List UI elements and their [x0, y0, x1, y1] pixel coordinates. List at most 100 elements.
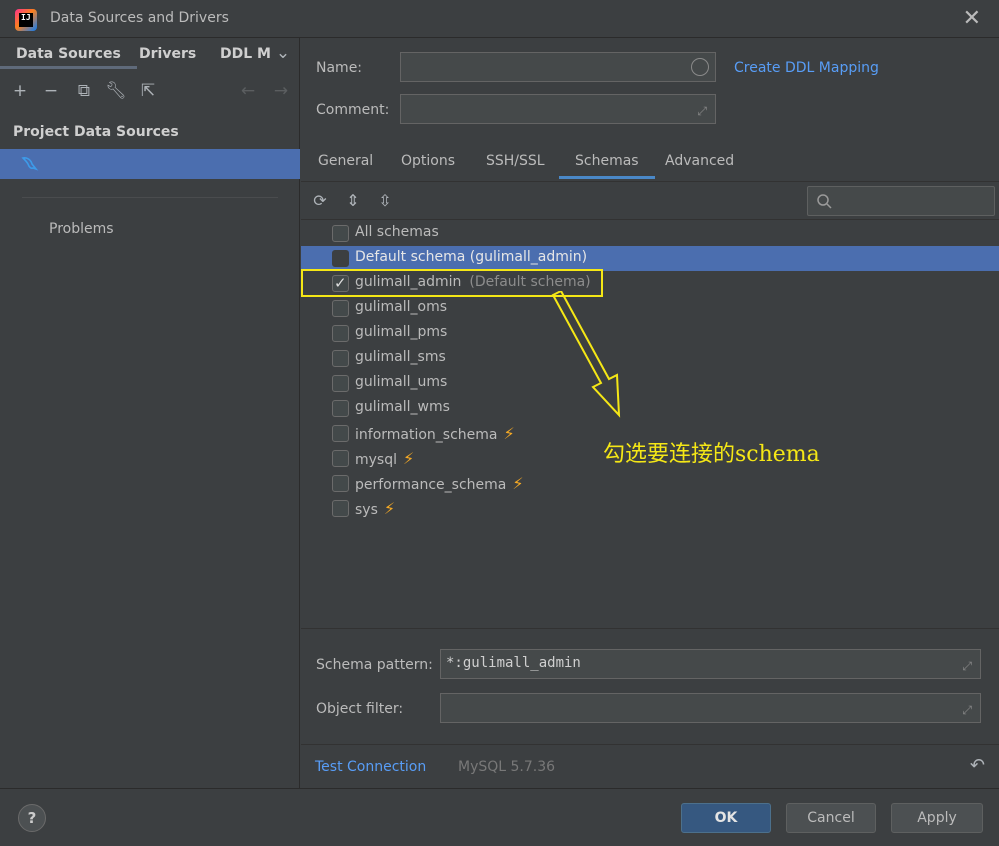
mysql-dolphin-icon	[21, 157, 39, 171]
schema-name-text: performance_schema	[355, 477, 507, 493]
filter-section: Schema pattern: *:gulimall_admin ⤢ Objec…	[301, 628, 999, 744]
schema-name: gulimall_ums	[355, 374, 447, 390]
schema-row[interactable]: gulimall_sms	[301, 346, 999, 371]
apply-button[interactable]: Apply	[891, 803, 983, 833]
schema-checkbox[interactable]	[332, 350, 349, 367]
schema-checkbox[interactable]	[332, 375, 349, 392]
schema-row[interactable]: sys ⚡	[301, 496, 999, 521]
object-filter-field[interactable]: ⤢	[440, 693, 981, 723]
tab-data-sources[interactable]: Data Sources	[0, 46, 137, 69]
schema-name-text: sys	[355, 502, 378, 518]
back-arrow-icon[interactable]: ←	[237, 80, 259, 102]
expand-icon[interactable]: ⤢	[962, 703, 972, 718]
problems-item[interactable]: Problems	[49, 221, 114, 237]
schema-checkbox[interactable]	[332, 400, 349, 417]
schema-name: gulimall_oms	[355, 299, 447, 315]
schema-row[interactable]: gulimall_wms	[301, 396, 999, 421]
close-icon[interactable]: ✕	[963, 6, 981, 31]
schema-row[interactable]: performance_schema ⚡	[301, 471, 999, 496]
schema-checkbox[interactable]	[332, 325, 349, 342]
schema-row[interactable]: gulimall_admin (Default schema)	[301, 271, 999, 296]
status-strip: Test Connection MySQL 5.7.36 ↶	[301, 744, 999, 788]
color-circle-icon[interactable]	[691, 58, 709, 76]
chevron-down-icon[interactable]: ⌄	[272, 42, 294, 64]
expand-icon[interactable]: ⤢	[697, 104, 707, 119]
revert-icon[interactable]: ↶	[970, 755, 985, 776]
refresh-icon[interactable]: ⟳	[309, 190, 331, 212]
tab-ssh-ssl[interactable]: SSH/SSL	[486, 153, 545, 169]
window-title: Data Sources and Drivers	[50, 10, 229, 26]
schema-name: gulimall_sms	[355, 349, 446, 365]
expand-all-icon[interactable]: ⇕	[342, 190, 364, 212]
schema-row[interactable]: gulimall_oms	[301, 296, 999, 321]
tab-general[interactable]: General	[318, 153, 373, 169]
intellij-app-icon: IJ	[15, 9, 37, 31]
default-schema-hint: (Default schema)	[469, 274, 591, 290]
navigate-icon[interactable]: ⇱	[137, 80, 159, 102]
schema-name: mysql ⚡	[355, 449, 414, 468]
schema-name-text: All schemas	[355, 224, 439, 240]
wrench-icon[interactable]: 🔧︎	[105, 80, 127, 102]
cancel-button[interactable]: Cancel	[786, 803, 876, 833]
lightning-icon: ⚡	[512, 474, 524, 493]
search-icon	[817, 194, 832, 209]
expand-icon[interactable]: ⤢	[962, 659, 972, 674]
annotation-text: 勾选要连接的schema	[603, 442, 820, 467]
schema-checkbox[interactable]	[332, 475, 349, 492]
collapse-all-icon[interactable]: ⇳	[374, 190, 396, 212]
tab-advanced[interactable]: Advanced	[665, 153, 734, 169]
left-toolbar: + − ⧉ 🔧︎ ⇱ ← →	[0, 76, 300, 106]
tab-schemas[interactable]: Schemas	[559, 153, 655, 179]
server-version: MySQL 5.7.36	[458, 759, 556, 775]
left-tab-bar: Data Sources Drivers DDL M ⌄	[0, 38, 300, 71]
schema-name-text: gulimall_pms	[355, 324, 448, 340]
schema-row[interactable]: Default schema (gulimall_admin)	[301, 246, 999, 271]
schema-checkbox[interactable]	[332, 274, 349, 292]
divider	[22, 197, 278, 198]
comment-field[interactable]: ⤢	[400, 94, 716, 124]
test-connection-link[interactable]: Test Connection	[315, 759, 426, 775]
schema-name-text: Default schema (gulimall_admin)	[355, 249, 588, 265]
add-icon[interactable]: +	[9, 80, 31, 102]
schema-row[interactable]: All schemas	[301, 221, 999, 246]
schema-name-text: gulimall_ums	[355, 374, 448, 390]
schema-pattern-value: *:gulimall_admin	[446, 655, 581, 671]
schema-pattern-field[interactable]: *:gulimall_admin ⤢	[440, 649, 981, 679]
tab-ddl-mappings[interactable]: DDL M	[220, 46, 271, 62]
tab-drivers[interactable]: Drivers	[139, 46, 196, 62]
schema-checkbox[interactable]	[332, 300, 349, 317]
schema-name: Default schema (gulimall_admin)	[355, 249, 587, 265]
schema-name: sys ⚡	[355, 499, 395, 518]
schema-name: gulimall_wms	[355, 399, 450, 415]
schema-row[interactable]: gulimall_pms	[301, 321, 999, 346]
comment-label: Comment:	[316, 102, 390, 118]
tab-options[interactable]: Options	[401, 153, 455, 169]
search-text[interactable]	[840, 191, 988, 211]
schema-checkbox[interactable]	[332, 425, 349, 442]
schema-checkbox[interactable]	[332, 225, 349, 242]
duplicate-icon[interactable]: ⧉	[73, 80, 95, 102]
schema-name-text: gulimall_oms	[355, 299, 448, 315]
schema-checkbox[interactable]	[332, 450, 349, 467]
schema-name: information_schema ⚡	[355, 424, 515, 443]
name-label: Name:	[316, 60, 363, 76]
settings-tab-bar: General Options SSH/SSL Schemas Advanced	[301, 143, 999, 182]
name-field[interactable]	[400, 52, 716, 82]
schema-name-text: mysql	[355, 452, 397, 468]
data-source-item[interactable]	[0, 149, 300, 179]
schema-name: gulimall_admin (Default schema)	[355, 274, 591, 290]
schema-row[interactable]: gulimall_ums	[301, 371, 999, 396]
forward-arrow-icon[interactable]: →	[270, 80, 292, 102]
schema-checkbox[interactable]	[332, 250, 349, 267]
schema-name-text: gulimall_sms	[355, 349, 446, 365]
remove-icon[interactable]: −	[40, 80, 62, 102]
ok-button[interactable]: OK	[681, 803, 771, 833]
schema-checkbox[interactable]	[332, 500, 349, 517]
create-ddl-mapping-link[interactable]: Create DDL Mapping	[734, 60, 879, 76]
help-button[interactable]: ?	[18, 804, 46, 832]
schema-name: gulimall_pms	[355, 324, 447, 340]
lightning-icon: ⚡	[403, 449, 415, 468]
schema-search-input[interactable]	[807, 186, 995, 216]
schema-list: sys ⚡ performance_schema ⚡ mysql ⚡ information…	[301, 221, 999, 626]
left-panel: Data Sources Drivers DDL M ⌄ + − ⧉ 🔧︎ ⇱ …	[0, 38, 300, 788]
